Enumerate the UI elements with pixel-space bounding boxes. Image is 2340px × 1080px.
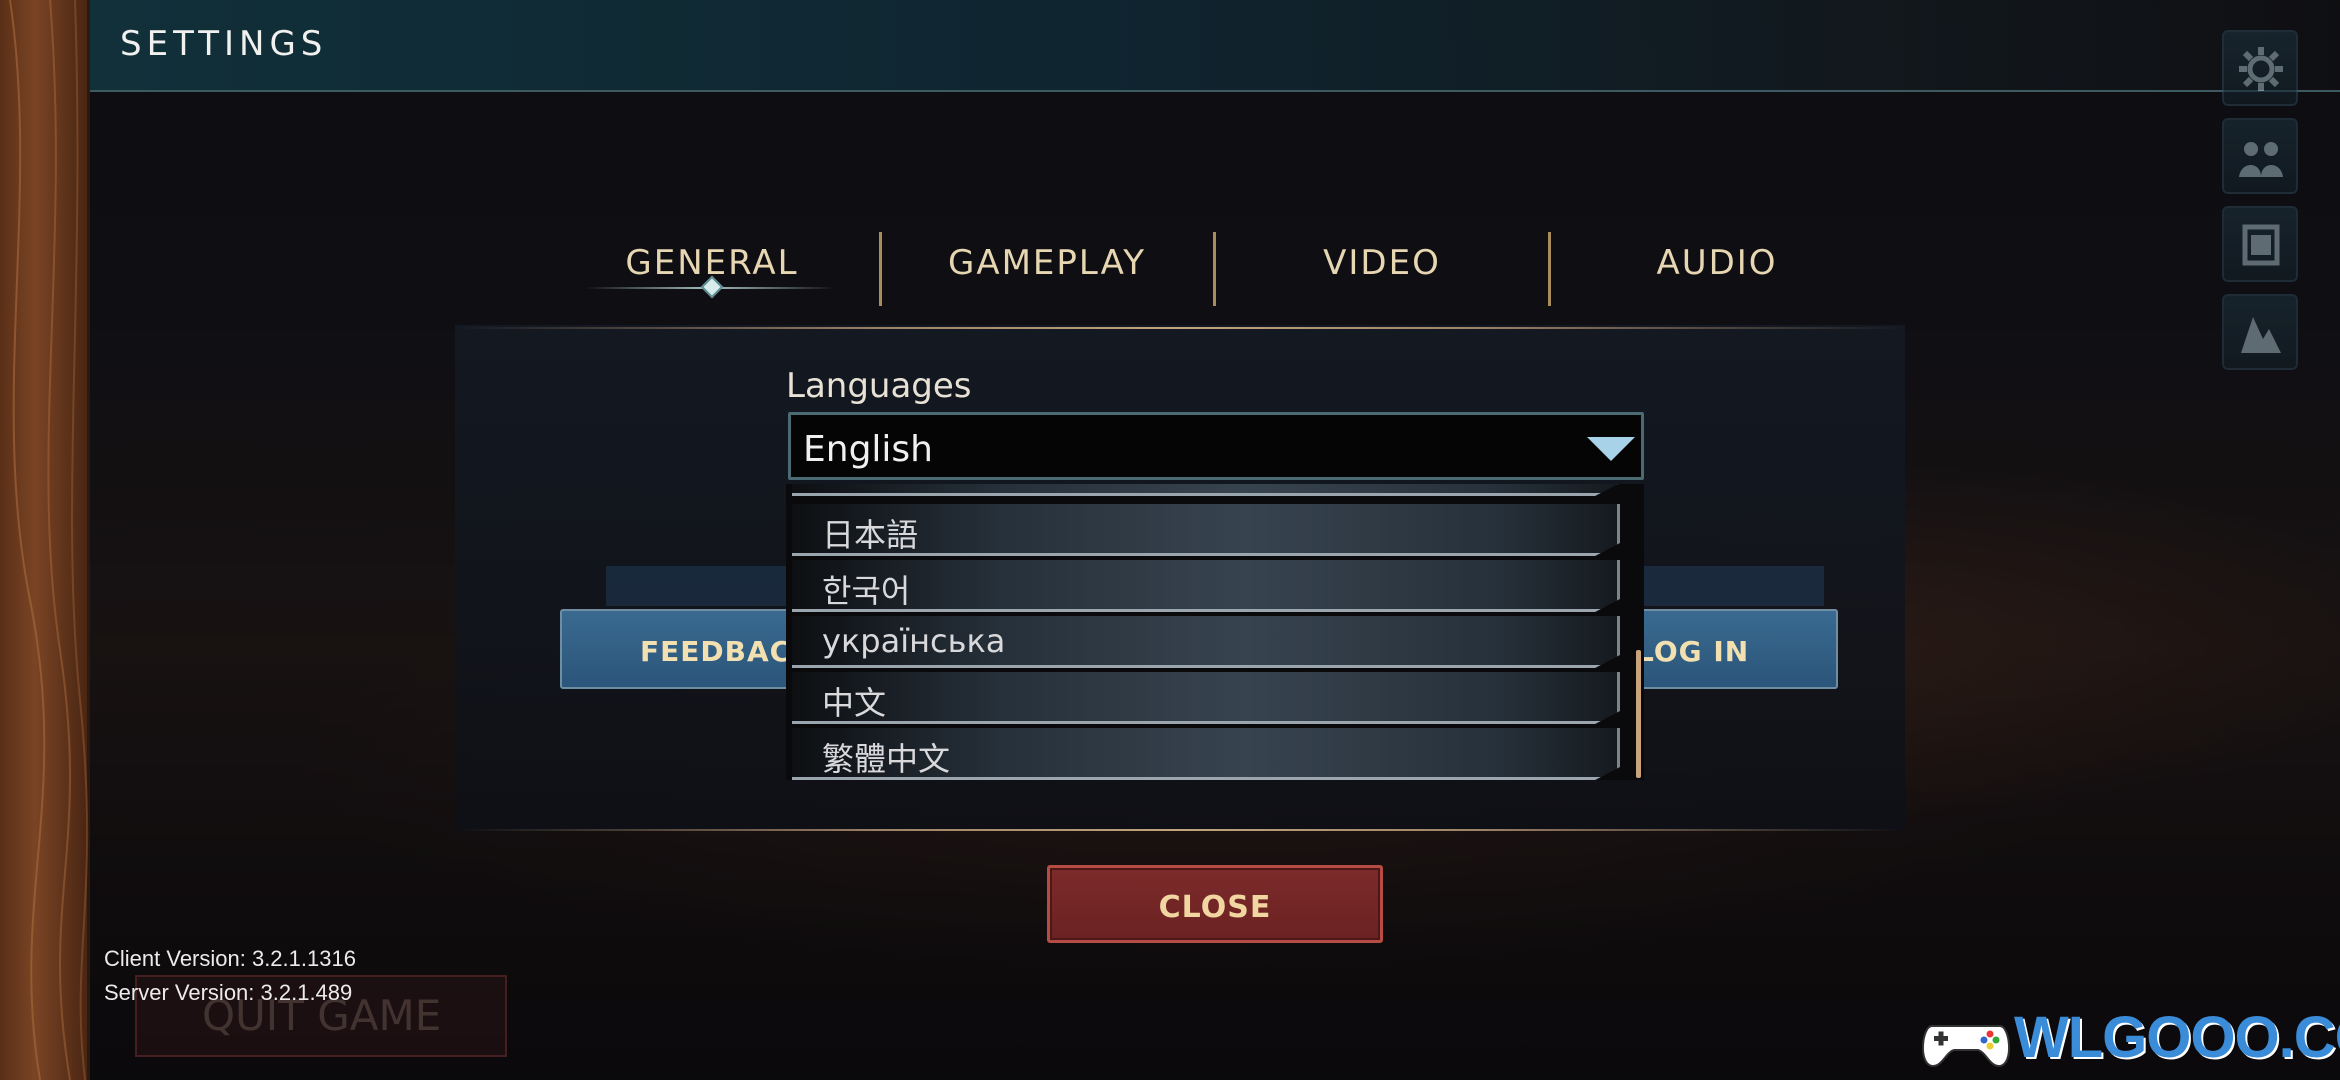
language-option-label: 한국어 [822, 572, 911, 610]
chevron-down-icon[interactable] [1587, 437, 1635, 461]
tab-gameplay[interactable]: GAMEPLAY [887, 243, 1207, 283]
watermark-text: WLGOOO.COM [2014, 1005, 2340, 1070]
tab-divider [1548, 232, 1551, 306]
scroll-icon [2242, 224, 2280, 266]
language-select-value: English [803, 429, 933, 470]
language-option[interactable]: українська [792, 616, 1620, 668]
stats-icon [2241, 317, 2281, 353]
language-option[interactable]: 한국어 [792, 560, 1620, 612]
gamepad-icon [1922, 1025, 2010, 1067]
panel-top-divider [455, 327, 1905, 329]
side-gear-button[interactable] [2222, 30, 2298, 106]
languages-label: Languages [786, 366, 972, 406]
gear-icon [2239, 47, 2283, 91]
tab-video[interactable]: VIDEO [1222, 243, 1542, 283]
close-button[interactable]: CLOSE [1047, 865, 1383, 943]
language-dropdown-list[interactable]: 日本語 한국어 українська 中文 繁體中文 [786, 484, 1644, 780]
panel-bottom-divider [455, 829, 1905, 831]
feedback-button[interactable]: FEEDBACK [560, 609, 813, 689]
tab-audio[interactable]: AUDIO [1557, 243, 1877, 283]
language-option[interactable]: 繁體中文 [792, 728, 1620, 780]
language-option[interactable]: 日本語 [792, 504, 1620, 556]
server-version: Server Version: 3.2.1.489 [104, 980, 353, 1005]
group-icon [2239, 142, 2283, 177]
login-button[interactable]: LOG IN [1620, 609, 1838, 689]
language-option-label: українська [822, 622, 1006, 660]
settings-header: SETTINGS [90, 0, 2340, 92]
dropdown-scrollbar[interactable] [1636, 650, 1641, 778]
language-option-label: 繁體中文 [822, 740, 951, 778]
side-stats-button[interactable] [2222, 294, 2298, 370]
login-button-label: LOG IN [1636, 635, 1750, 668]
language-option[interactable]: 中文 [792, 672, 1620, 724]
language-option-partial[interactable] [792, 484, 1620, 496]
left-decorative-border [0, 0, 90, 1080]
language-select[interactable]: English [788, 412, 1644, 480]
close-button-label: CLOSE [1158, 890, 1272, 925]
side-scroll-button[interactable] [2222, 206, 2298, 282]
language-option-label: 中文 [822, 684, 887, 722]
page-title: SETTINGS [120, 24, 328, 64]
side-group-button[interactable] [2222, 118, 2298, 194]
tab-divider [1213, 232, 1216, 306]
client-version: Client Version: 3.2.1.1316 [104, 946, 356, 971]
watermark: WLGOOO.COM [1918, 1004, 2340, 1074]
language-option-label: 日本語 [822, 516, 919, 554]
tab-divider [879, 232, 882, 306]
